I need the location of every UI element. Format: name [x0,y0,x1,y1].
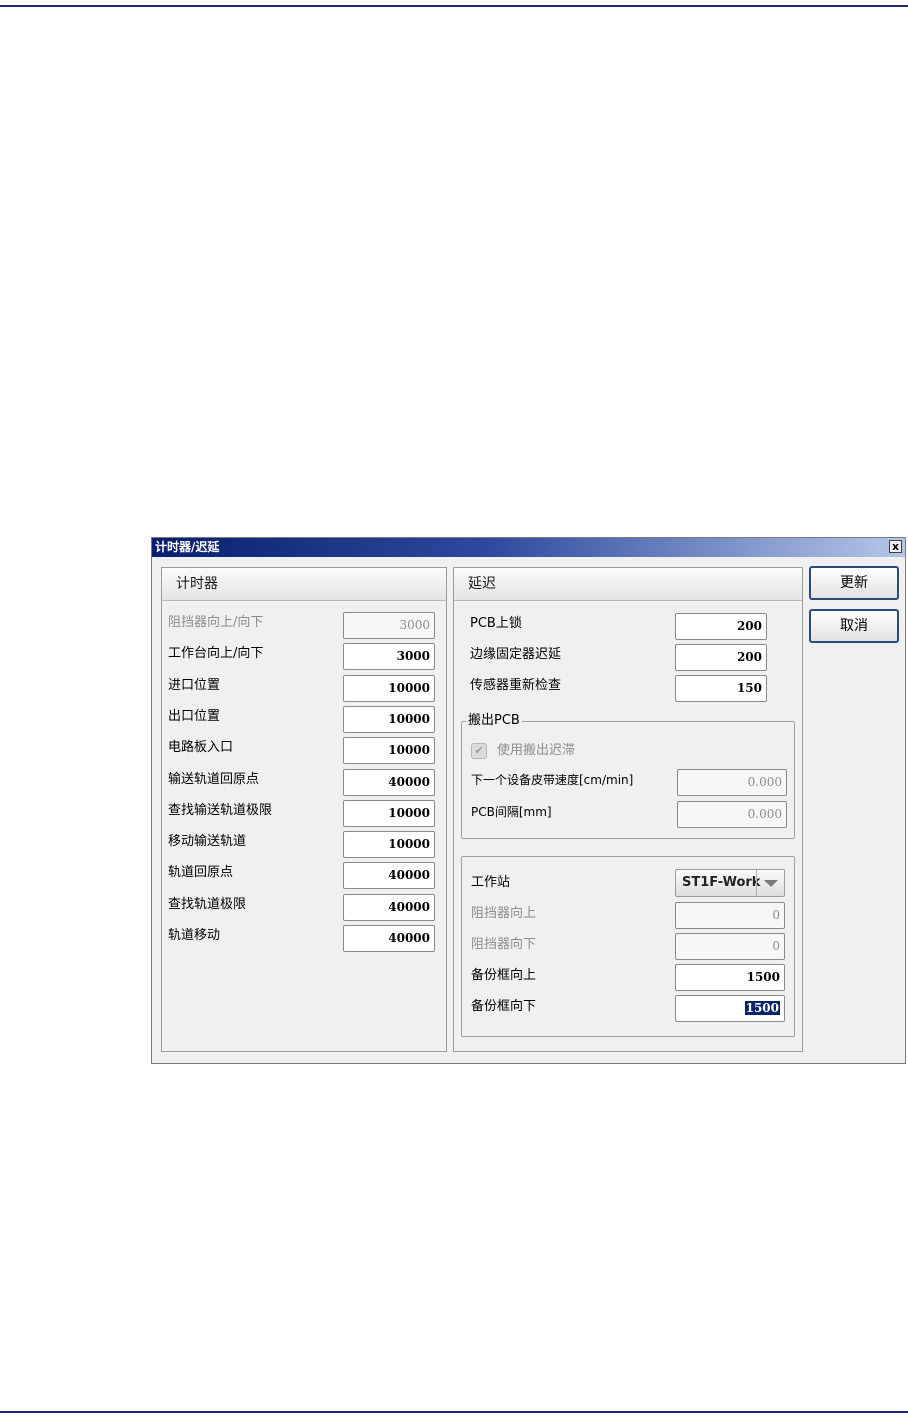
unload-delay-checkbox[interactable]: ✔ [471,743,487,759]
timer-row-label: 轨道移动 [168,928,221,943]
timer-panel-header: 计时器 [162,568,446,601]
backup-up-field[interactable]: 1500 [675,964,785,991]
timer-row-label: 电路板入口 [168,740,234,756]
timer-row-field[interactable]: 10000 [343,737,435,765]
page-bottom-rule [0,1411,908,1413]
sensor-recheck-label: 传感器重新检查 [470,678,562,693]
stopper-up-label: 阻挡器向上 [471,906,537,921]
pcb-gap-label: PCB间隔[mm] [471,805,552,819]
unload-pcb-group-label: 搬出PCB [466,713,522,729]
timer-row-label: 出口位置 [168,708,221,724]
dialog-title: 计时器/迟延 [155,540,220,554]
timer-row-label: 轨道回原点 [168,865,234,881]
station-dropdown[interactable]: ST1F-Work [675,869,785,897]
stopper-up-field[interactable]: 0 [675,902,785,929]
close-button[interactable]: x [889,540,902,553]
unload-pcb-group: 搬出PCB ✔ 使用搬出迟滞 下一个设备皮带速度[cm/min] 0.000 P… [461,713,795,839]
timer-row-field[interactable]: 10000 [343,705,435,733]
timer-panel: 计时器 阻挡器向上/向下 3000 工作台向上/向下 3000 进口位置 10000 出口位… [161,567,447,1052]
pcb-lock-label: PCB上锁 [470,616,522,631]
stopper-down-label: 阻挡器向下 [471,937,537,952]
conveyor-speed-field[interactable]: 0.000 [677,769,787,796]
timer-row-field[interactable]: 40000 [343,893,435,921]
timer-row-label: 查找输送轨道极限 [168,802,273,818]
backup-down-selected-value: 1500 [744,1001,780,1015]
timer-row-field[interactable]: 40000 [343,768,435,796]
sensor-recheck-field[interactable]: 150 [675,675,767,702]
cancel-button[interactable]: 取消 [809,609,899,643]
backup-up-label: 备份框向上 [471,968,537,983]
edge-clamp-delay-field[interactable]: 200 [675,644,767,671]
pcb-lock-field[interactable]: 200 [675,613,767,640]
timer-row-label: 移动输送轨道 [168,834,247,850]
title-bar[interactable]: 计时器/迟延 x [152,538,905,557]
backup-down-field[interactable]: 1500 [675,995,785,1022]
update-button[interactable]: 更新 [809,566,899,600]
timer-row-label: 进口位置 [168,677,221,693]
backup-down-label: 备份框向下 [471,999,537,1014]
timer-row-field[interactable]: 10000 [343,674,435,702]
station-group: 工作站 ST1F-Work 阻挡器向上 0 阻挡器向下 0 备份框向上 1500… [461,856,795,1037]
close-icon: x [891,540,900,553]
timer-row-label: 查找轨道极限 [168,896,247,912]
conveyor-speed-label: 下一个设备皮带速度[cm/min] [471,773,634,787]
chevron-down-icon[interactable] [756,870,784,896]
page-top-rule [0,5,908,7]
timer-row-field[interactable]: 40000 [343,862,435,890]
timer-row-label: 阻挡器向上/向下 [168,615,264,630]
timer-row-field[interactable]: 40000 [343,925,435,952]
timer-row-field[interactable]: 3000 [343,643,435,671]
timer-row-label: 工作台向上/向下 [168,646,264,662]
station-label: 工作站 [471,875,511,890]
timer-row-field[interactable]: 10000 [343,831,435,859]
stopper-down-field[interactable]: 0 [675,933,785,960]
timer-row-field[interactable]: 10000 [343,799,435,827]
timer-row-label: 输送轨道回原点 [168,771,260,787]
timer-delay-dialog: 计时器/迟延 x 计时器 阻挡器向上/向下 3000 工作台向上/向下 3000 进口位… [151,537,906,1064]
delay-panel-header: 延迟 [454,568,802,601]
timer-row-field[interactable]: 3000 [343,612,435,639]
edge-clamp-delay-label: 边缘固定器迟延 [470,647,562,662]
unload-delay-label: 使用搬出迟滞 [497,743,576,758]
check-icon: ✔ [474,744,484,757]
delay-panel: 延迟 PCB上锁 200 边缘固定器迟延 200 传感器重新检查 150 搬出P… [453,567,803,1052]
station-dropdown-value: ST1F-Work [682,875,761,890]
pcb-gap-field[interactable]: 0.000 [677,801,787,828]
